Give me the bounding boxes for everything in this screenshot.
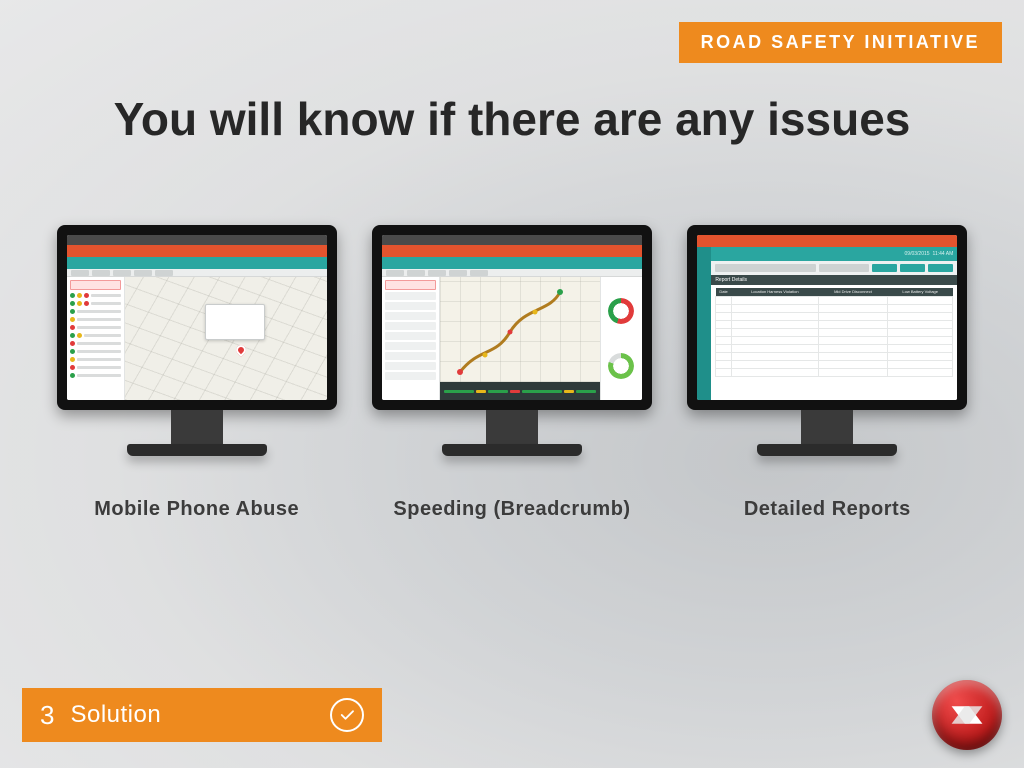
report-title: Report Details [711,275,957,285]
report-date: 09/03/2015 [905,251,930,257]
slide-headline: You will know if there are any issues [0,92,1024,146]
screen-mobile-phone-abuse [67,235,327,400]
brand-logo-icon [932,680,1002,750]
monitor-detailed-reports: 09/03/2015 11:44 AM [681,225,974,521]
monitor-mobile-phone-abuse: Mobile Phone Abuse [50,225,343,521]
caption-speeding-breadcrumb: Speeding (Breadcrumb) [393,498,630,521]
footer-number: 3 [40,700,54,731]
footer-label: Solution [70,701,161,729]
screen-speeding-breadcrumb [382,235,642,400]
checkmark-circle-icon [330,698,364,732]
map-route-icon [440,277,600,382]
monitor-speeding-breadcrumb: Speeding (Breadcrumb) [365,225,658,521]
map-pin-icon [234,343,248,357]
report-table: Date Location Harness Violation Mid Driv… [711,285,957,400]
screen-detailed-reports: 09/03/2015 11:44 AM [697,235,957,400]
report-time: 11:44 AM [933,251,954,257]
caption-detailed-reports: Detailed Reports [744,498,911,521]
donut-chart-icon [608,353,634,379]
footer-solution-bar: 3 Solution [22,688,382,742]
map-icon [125,277,327,400]
badge-road-safety: ROAD SAFETY INITIATIVE [679,22,1002,63]
caption-mobile-phone-abuse: Mobile Phone Abuse [94,498,299,521]
donut-chart-icon [608,298,634,324]
monitors-row: Mobile Phone Abuse [50,225,974,521]
